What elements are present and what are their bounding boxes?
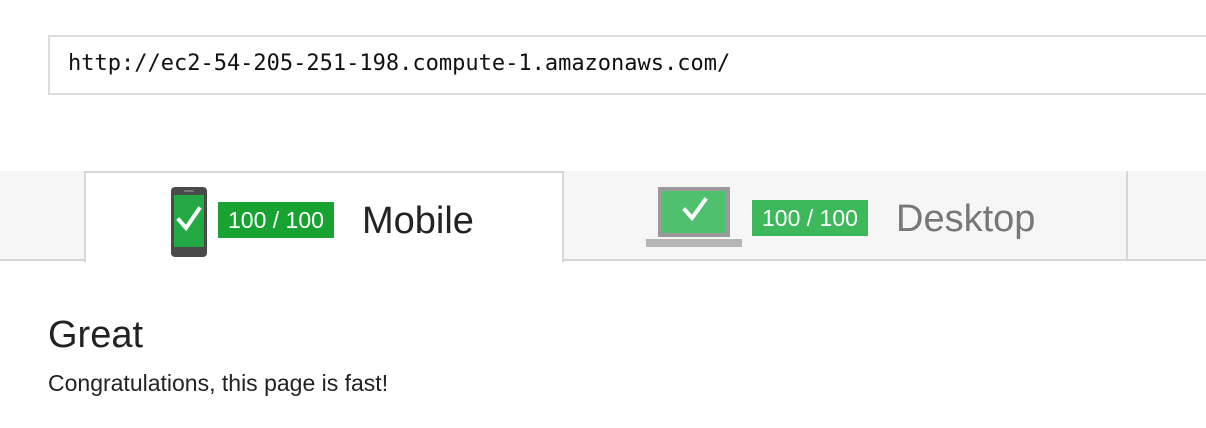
device-tabs: 100 / 100 Mobile 100 / 100 Desktop <box>0 171 1206 262</box>
result-message: Congratulations, this page is fast! <box>48 370 389 396</box>
result-heading: Great <box>48 314 144 356</box>
desktop-score-badge: 100 / 100 <box>752 200 868 236</box>
tab-desktop[interactable]: 100 / 100 Desktop <box>564 171 1128 261</box>
url-input-value: http://ec2-54-205-251-198.compute-1.amaz… <box>68 51 731 76</box>
url-input[interactable]: http://ec2-54-205-251-198.compute-1.amaz… <box>48 35 1206 95</box>
tab-mobile[interactable]: 100 / 100 Mobile <box>84 171 564 262</box>
tab-desktop-label: Desktop <box>896 198 1036 240</box>
laptop-icon <box>646 187 742 247</box>
phone-icon <box>171 187 207 257</box>
tab-mobile-label: Mobile <box>362 200 474 242</box>
mobile-score-badge: 100 / 100 <box>218 202 334 238</box>
